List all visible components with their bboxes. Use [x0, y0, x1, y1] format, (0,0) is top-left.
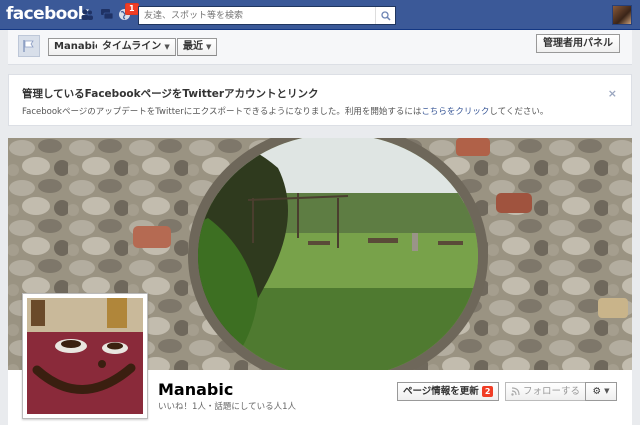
- chevron-down-icon: ▼: [604, 387, 610, 395]
- facebook-logo[interactable]: facebook: [6, 4, 89, 24]
- follow-label: フォローする: [523, 386, 581, 397]
- gear-icon: ⚙: [592, 386, 602, 397]
- notification-count-badge: 1: [125, 3, 139, 15]
- close-icon[interactable]: ×: [608, 87, 617, 100]
- notice-body: FacebookページのアップデートをTwitterにエクスポートできるようにな…: [22, 105, 548, 117]
- recent-crumb-label: 最近: [183, 41, 203, 52]
- recent-crumb[interactable]: 最近 ▼: [177, 38, 218, 56]
- page-thumbnail[interactable]: [18, 35, 40, 57]
- profile-picture[interactable]: [22, 293, 148, 419]
- timeline-crumb-label: タイムライン: [102, 41, 162, 52]
- page-name-crumb-label: Manabic: [54, 41, 102, 52]
- page-title: Manabic: [158, 380, 234, 399]
- friend-requests-icon[interactable]: [80, 8, 94, 21]
- notice-body-suffix: してください。: [489, 107, 549, 117]
- admin-panel-button[interactable]: 管理者用パネル: [536, 34, 620, 53]
- follow-button[interactable]: フォローする: [505, 382, 587, 401]
- update-page-info-button[interactable]: ページ情報を更新 2: [397, 382, 500, 401]
- update-count-badge: 2: [481, 386, 494, 397]
- page-flag-icon: [23, 40, 34, 52]
- chevron-down-icon: ▼: [206, 43, 212, 51]
- page-stats: いいね！1人・話題にしている人1人: [158, 402, 297, 412]
- search-box: [138, 6, 396, 25]
- page-settings-button[interactable]: ⚙ ▼: [585, 382, 617, 401]
- admin-bar: Manabic タイムライン ▼ 最近 ▼ 管理者用パネル: [8, 30, 632, 65]
- rss-icon: [511, 387, 520, 396]
- notice-title: 管理しているFacebookページをTwitterアカウントとリンク: [22, 88, 319, 100]
- search-icon: [380, 10, 391, 21]
- notice-click-link[interactable]: こちらをクリック: [421, 107, 489, 117]
- search-input[interactable]: [139, 7, 375, 24]
- chevron-down-icon: ▼: [164, 43, 170, 51]
- notice-body-prefix: FacebookページのアップデートをTwitterにエクスポートできるようにな…: [22, 107, 422, 117]
- update-page-info-label: ページ情報を更新: [403, 386, 479, 397]
- search-button[interactable]: [375, 7, 395, 24]
- messages-icon[interactable]: [100, 8, 114, 21]
- timeline-crumb[interactable]: タイムライン ▼: [97, 38, 176, 56]
- user-avatar[interactable]: [612, 5, 632, 25]
- twitter-link-notice: 管理しているFacebookページをTwitterアカウントとリンク Faceb…: [8, 74, 632, 126]
- top-bar: facebook 1: [0, 0, 640, 30]
